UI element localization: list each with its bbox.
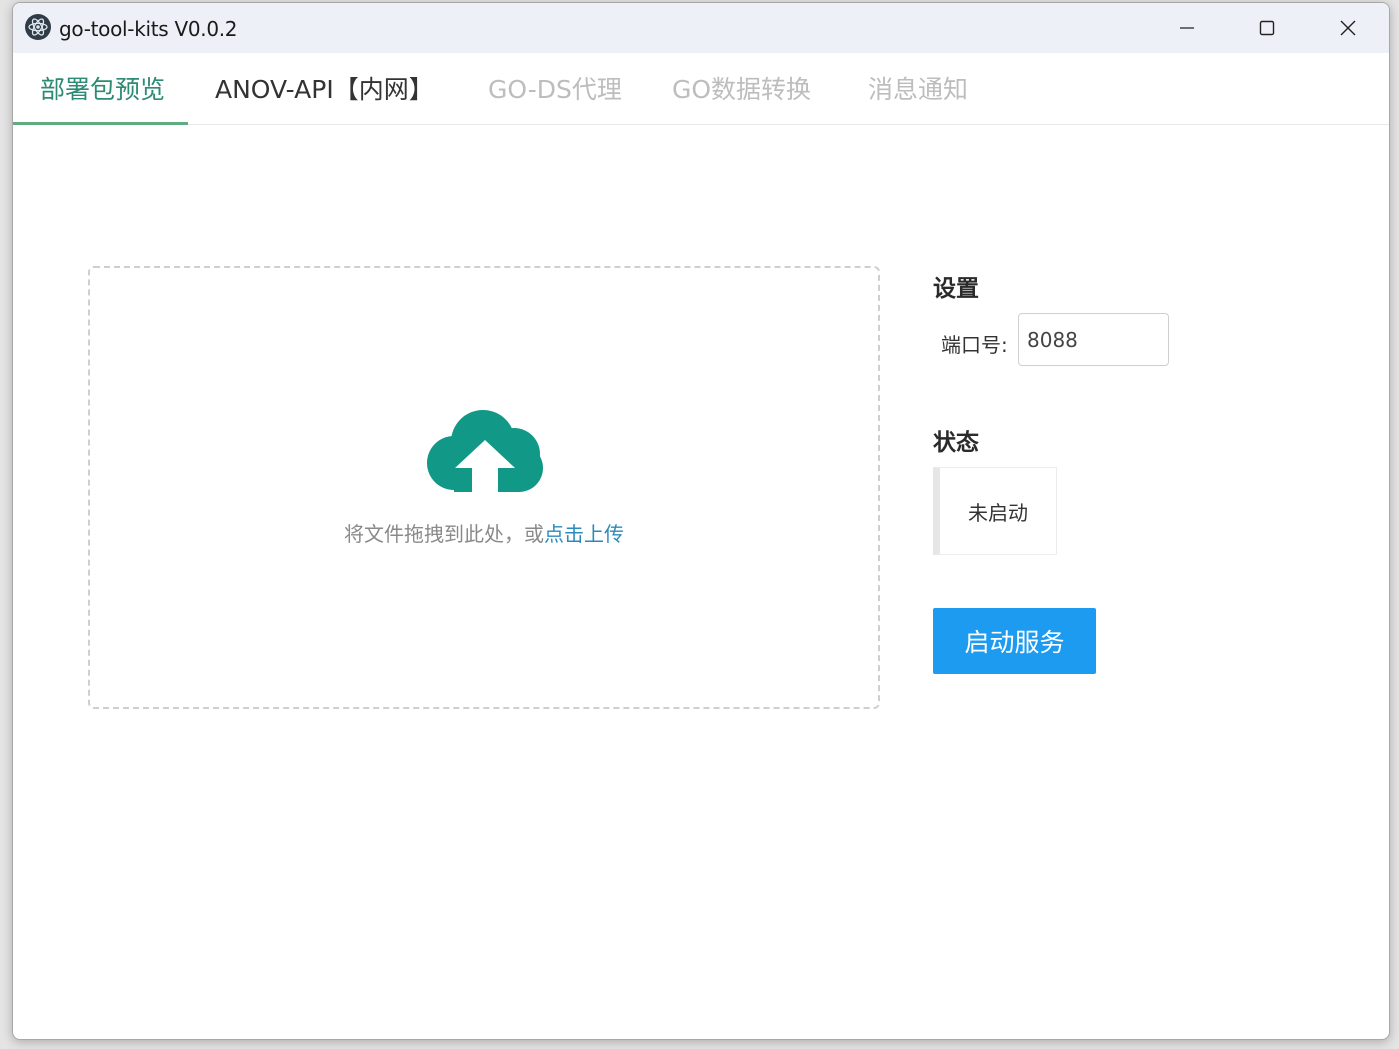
maximize-icon <box>1259 20 1275 36</box>
minimize-button[interactable] <box>1147 3 1227 53</box>
tab-deploy-preview[interactable]: 部署包预览 <box>40 53 165 125</box>
upload-hint-text: 将文件拖拽到此处，或 <box>344 522 544 546</box>
tab-go-data-convert[interactable]: GO数据转换 <box>672 53 811 125</box>
upload-dropzone[interactable]: 将文件拖拽到此处，或点击上传 <box>88 266 880 709</box>
status-heading: 状态 <box>933 430 979 456</box>
close-button[interactable] <box>1308 3 1388 53</box>
window-title: go-tool-kits V0.0.2 <box>59 17 238 41</box>
tab-bar: 部署包预览 ANOV-API【内网】 GO-DS代理 GO数据转换 消息通知 <box>13 53 1389 125</box>
tab-anov-api[interactable]: ANOV-API【内网】 <box>215 53 434 125</box>
settings-heading: 设置 <box>933 276 979 302</box>
start-service-button[interactable]: 启动服务 <box>933 608 1096 674</box>
maximize-button[interactable] <box>1227 3 1307 53</box>
cloud-upload-icon <box>427 410 544 492</box>
title-bar[interactable]: go-tool-kits V0.0.2 <box>13 3 1389 53</box>
port-label: 端口号: <box>941 333 1008 357</box>
active-tab-indicator <box>13 122 188 125</box>
atom-icon <box>25 14 51 40</box>
app-window: go-tool-kits V0.0.2 部署包预览 ANOV-API【内网】 G… <box>12 2 1390 1040</box>
tab-notifications[interactable]: 消息通知 <box>868 53 968 125</box>
close-icon <box>1340 20 1356 36</box>
port-input[interactable] <box>1018 313 1169 366</box>
status-value: 未启动 <box>968 500 1028 525</box>
tab-go-ds-proxy[interactable]: GO-DS代理 <box>488 53 622 125</box>
upload-link[interactable]: 点击上传 <box>544 522 624 546</box>
status-badge: 未启动 <box>933 467 1057 555</box>
upload-hint: 将文件拖拽到此处，或点击上传 <box>90 518 878 547</box>
minimize-icon <box>1180 27 1194 29</box>
